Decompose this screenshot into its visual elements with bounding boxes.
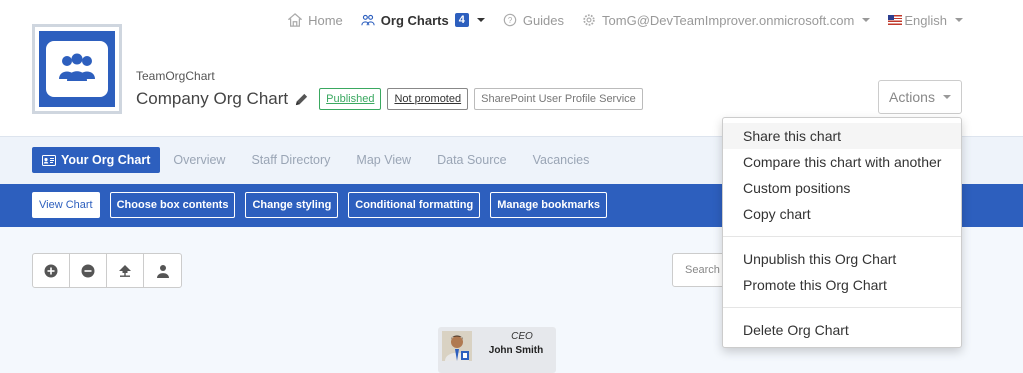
tab-staff-directory[interactable]: Staff Directory [238,147,343,173]
menu-divider [723,236,961,237]
actions-label: Actions [889,89,935,105]
nav-org-charts[interactable]: Org Charts 4 [361,13,485,28]
go-to-top-button[interactable] [107,254,144,287]
person-photo-icon [442,331,472,361]
chevron-down-icon [476,18,485,22]
tab-map-view[interactable]: Map View [343,147,424,173]
page-title: Company Org Chart [136,89,289,108]
user-email: TomG@DevTeamImprover.onmicrosoft.com [602,12,855,28]
nav-home-label: Home [308,12,343,28]
home-icon [288,13,303,27]
menu-item-promote[interactable]: Promote this Org Chart [723,272,961,298]
users-icon [361,14,375,26]
us-flag-icon [888,15,903,25]
chevron-down-icon [955,18,963,22]
data-source-badge: SharePoint User Profile Service [474,88,643,110]
help-icon: ? [503,13,517,27]
language-label: English [904,12,947,28]
tab-overview[interactable]: Overview [160,147,238,173]
menu-divider [723,307,961,308]
primary-tabs: Your Org Chart Overview Staff Directory … [32,147,602,173]
svg-text:?: ? [508,16,513,25]
minus-circle-icon [81,264,95,277]
nav-language[interactable]: English [888,13,963,28]
hierarchy-up-icon [119,264,131,277]
menu-item-unpublish[interactable]: Unpublish this Org Chart [723,246,961,272]
chart-subtitle: TeamOrgChart [136,69,215,83]
tab-manage-bookmarks[interactable]: Manage bookmarks [490,192,607,218]
org-node-root[interactable]: CEO John Smith [438,327,556,373]
zoom-in-button[interactable] [33,254,70,287]
org-charts-count-badge: 4 [454,13,469,27]
tab-data-source[interactable]: Data Source [424,147,519,173]
person-icon [156,264,169,278]
menu-item-delete[interactable]: Delete Org Chart [723,317,961,343]
tab-your-org-chart[interactable]: Your Org Chart [32,147,161,173]
tab-choose-box-contents[interactable]: Choose box contents [109,192,236,218]
nav-org-charts-label: Org Charts [380,12,449,28]
zoom-out-button[interactable] [70,254,107,287]
tab-change-styling[interactable]: Change styling [245,192,339,218]
gear-icon [583,14,595,26]
menu-item-compare-chart[interactable]: Compare this chart with another [723,149,961,175]
actions-button[interactable]: Actions [878,80,962,114]
find-person-button[interactable] [144,254,181,287]
nav-user-menu[interactable]: TomG@DevTeamImprover.onmicrosoft.com [582,12,871,28]
avatar [442,331,472,361]
tab-vacancies[interactable]: Vacancies [520,147,603,173]
menu-item-copy-chart[interactable]: Copy chart [723,201,961,227]
team-logo-icon [59,53,95,81]
menu-item-share-chart[interactable]: Share this chart [723,123,961,149]
node-role: CEO [511,331,533,342]
secondary-tabs: View Chart Choose box contents Change st… [32,192,607,218]
top-navigation: Home Org Charts 4 ? Guides TomG@DevTeamI… [288,10,963,30]
chart-logo [32,24,122,114]
nav-home[interactable]: Home [288,13,343,28]
id-card-icon [42,154,56,166]
chevron-down-icon [942,95,951,99]
nav-guides-label: Guides [522,12,565,28]
published-badge[interactable]: Published [319,88,382,110]
title-row: Company Org Chart Published Not promoted… [136,88,643,110]
not-promoted-badge[interactable]: Not promoted [387,88,469,110]
plus-circle-icon [44,264,58,277]
chevron-down-icon [862,18,871,22]
actions-dropdown-menu: Share this chart Compare this chart with… [722,117,962,348]
node-name: John Smith [488,345,544,356]
nav-guides[interactable]: ? Guides [503,13,564,28]
pencil-icon[interactable] [294,92,309,107]
menu-item-custom-positions[interactable]: Custom positions [723,175,961,201]
tab-conditional-formatting[interactable]: Conditional formatting [348,192,481,218]
chart-toolbar [32,253,182,288]
tab-your-org-chart-label: Your Org Chart [61,153,151,167]
tab-view-chart[interactable]: View Chart [32,192,100,218]
